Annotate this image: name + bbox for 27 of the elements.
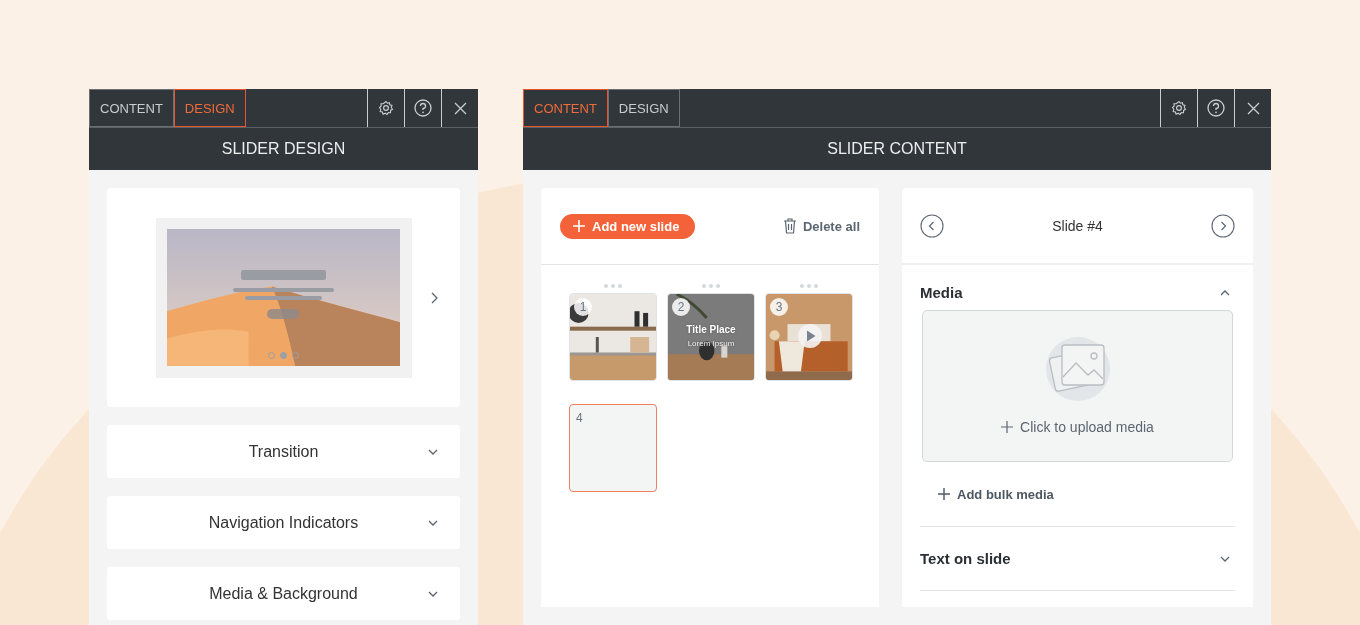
tab[interactable]: CONTENT (89, 89, 174, 127)
slide-thumbnail[interactable]: 4 (569, 404, 657, 492)
slide-subtitle: Lorem Ipsum (687, 339, 735, 348)
tab[interactable]: DESIGN (607, 89, 680, 127)
section-label: Navigation Indicators (208, 513, 359, 532)
slide-thumbnail[interactable]: 1 (569, 293, 657, 381)
upload-label: Click to upload media (1020, 419, 1154, 435)
slide-thumbnail[interactable]: 3 (765, 293, 853, 381)
section-label: Text on slide (920, 550, 1011, 567)
delete-all-button[interactable]: Delete all (782, 218, 860, 234)
panel-title: SLIDER CONTENT (523, 127, 1271, 170)
add-bulk-media-button[interactable]: Add bulk media (920, 462, 1054, 526)
slide-title: Slide #4 (1052, 217, 1103, 234)
tab[interactable]: DESIGN (173, 89, 246, 127)
tab[interactable]: CONTENT (523, 89, 608, 127)
accordion-header[interactable]: Text on slide (920, 527, 1235, 590)
panel-title: SLIDER DESIGN (89, 127, 478, 170)
accordion-header[interactable]: Navigation Indicators (107, 496, 460, 549)
slide-number: 4 (576, 411, 583, 425)
section-label: Transition (248, 442, 319, 461)
section-label: Media (920, 284, 963, 301)
section-label: Media & Background (209, 584, 358, 603)
slide-title: Title Place (686, 324, 736, 335)
accordion-header[interactable]: Transition (107, 425, 460, 478)
upload-dropzone[interactable]: Click to upload media (922, 310, 1233, 462)
accordion-header[interactable]: Media & Background (107, 567, 460, 620)
slide-thumbnail[interactable]: 2 Title Place Lorem Ipsum (667, 293, 755, 381)
